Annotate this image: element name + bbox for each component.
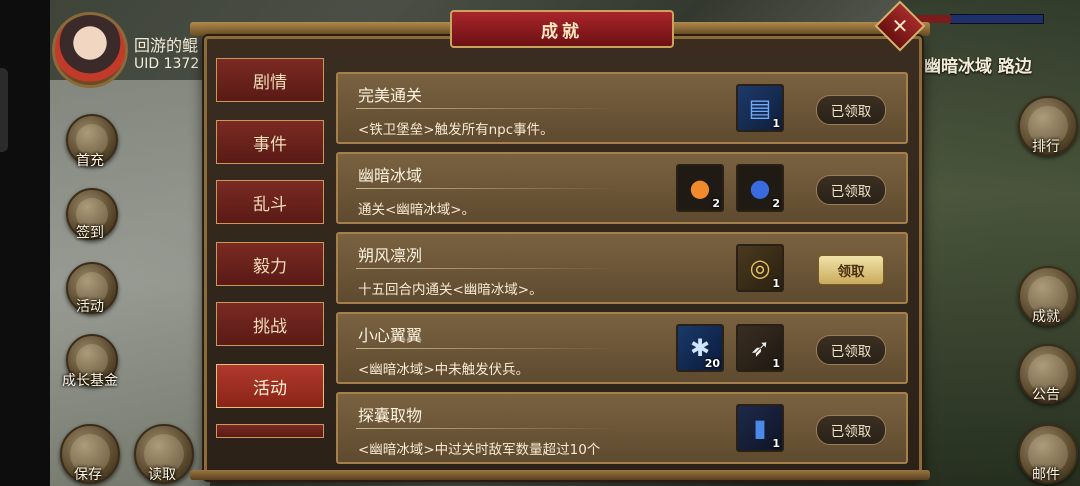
achievement-list[interactable]: 完美通关 <铁卫堡垒>触发所有npc事件。 ▤ 1 已领取 幽暗冰域 通关<幽暗…	[336, 62, 908, 466]
divider	[356, 108, 616, 109]
achievement-row: 探囊取物 <幽暗冰域>中过关时敌军数量超过10个 ▮ 1 已领取	[336, 392, 908, 464]
reward-count: 1	[772, 277, 780, 290]
white-feather-icon[interactable]: ➶ 1	[736, 324, 784, 372]
activity-label: 活动	[76, 299, 104, 315]
claimed-badge: 已领取	[816, 335, 886, 365]
achievement-name: 朔风凛冽	[358, 246, 423, 265]
notice-label: 公告	[1032, 387, 1060, 403]
achievement-dialog: 成就 ✕ 剧情 事件 乱斗 毅力 挑战 活动 完美通关 <铁卫堡垒>触发所有np…	[190, 0, 930, 486]
first-recharge-label: 首充	[76, 153, 104, 169]
load-label: 读取	[148, 467, 176, 483]
tab-story[interactable]: 剧情	[216, 58, 324, 102]
side-handle	[0, 68, 8, 152]
achievement-row: 小心翼翼 <幽暗冰域>中未触发伏兵。 ✱ 20 ➶ 1 已领取	[336, 312, 908, 384]
divider	[356, 188, 616, 189]
claim-button[interactable]: 领取	[818, 255, 884, 285]
blue-book-icon[interactable]: ▤ 1	[736, 84, 784, 132]
tab-overflow[interactable]	[216, 424, 324, 438]
mail-label: 邮件	[1032, 467, 1060, 483]
achievement-name: 小心翼翼	[358, 326, 423, 345]
claimed-badge: 已领取	[816, 175, 886, 205]
achievement-name: 探囊取物	[358, 406, 423, 425]
tab-events[interactable]: 事件	[216, 120, 324, 164]
divider	[356, 348, 616, 349]
divider	[356, 268, 616, 269]
achievement-row: 幽暗冰域 通关<幽暗冰域>。 ● 2 ● 2 已领取	[336, 152, 908, 224]
tab-brawl[interactable]: 乱斗	[216, 180, 324, 224]
tab-perseverance[interactable]: 毅力	[216, 242, 324, 286]
growth-fund-label: 成长基金	[62, 373, 118, 389]
claimed-badge: 已领取	[816, 415, 886, 445]
ice-crystal-icon[interactable]: ✱ 20	[676, 324, 724, 372]
player-avatar[interactable]	[52, 12, 128, 88]
blue-scroll-icon[interactable]: ▮ 1	[736, 404, 784, 452]
player-name: 回游的鲲	[134, 36, 199, 55]
reward-count: 20	[704, 357, 720, 370]
achievement-name: 完美通关	[358, 86, 423, 105]
divider	[356, 428, 616, 429]
achievement-desc: <幽暗冰域>中过关时敌军数量超过10个	[358, 442, 601, 458]
reward-count: 1	[772, 357, 780, 370]
reward-count: 1	[772, 437, 780, 450]
reward-count: 2	[712, 197, 720, 210]
magnifier-relic-icon[interactable]: ◎ 1	[736, 244, 784, 292]
reward-count: 2	[772, 197, 780, 210]
sign-in-label: 签到	[76, 225, 104, 241]
achievement-desc: 十五回合内通关<幽暗冰域>。	[358, 282, 543, 298]
achievement-name: 幽暗冰域	[358, 166, 423, 185]
tab-activity[interactable]: 活动	[216, 364, 324, 408]
achievement-row: 完美通关 <铁卫堡垒>触发所有npc事件。 ▤ 1 已领取	[336, 72, 908, 144]
close-icon: ✕	[891, 14, 909, 38]
reward-count: 1	[772, 117, 780, 130]
status-bar	[911, 14, 1044, 24]
achievement-desc: <铁卫堡垒>触发所有npc事件。	[358, 122, 554, 138]
claimed-badge: 已领取	[816, 95, 886, 125]
blue-fruit-icon[interactable]: ● 2	[736, 164, 784, 212]
orange-fruit-icon[interactable]: ● 2	[676, 164, 724, 212]
achievement-row: 朔风凛冽 十五回合内通关<幽暗冰域>。 ◎ 1 领取	[336, 232, 908, 304]
dialog-title-plate: 成就	[450, 10, 674, 48]
save-label: 保存	[74, 467, 102, 483]
tab-challenge[interactable]: 挑战	[216, 302, 324, 346]
location-label: 幽暗冰域 路边	[924, 57, 1032, 77]
achievement-label: 成就	[1032, 309, 1060, 325]
achievement-desc: <幽暗冰域>中未触发伏兵。	[358, 362, 530, 378]
ranking-label: 排行	[1032, 139, 1060, 155]
dialog-bottom-border	[190, 470, 930, 480]
dialog-title: 成就	[541, 21, 583, 42]
achievement-desc: 通关<幽暗冰域>。	[358, 202, 476, 218]
